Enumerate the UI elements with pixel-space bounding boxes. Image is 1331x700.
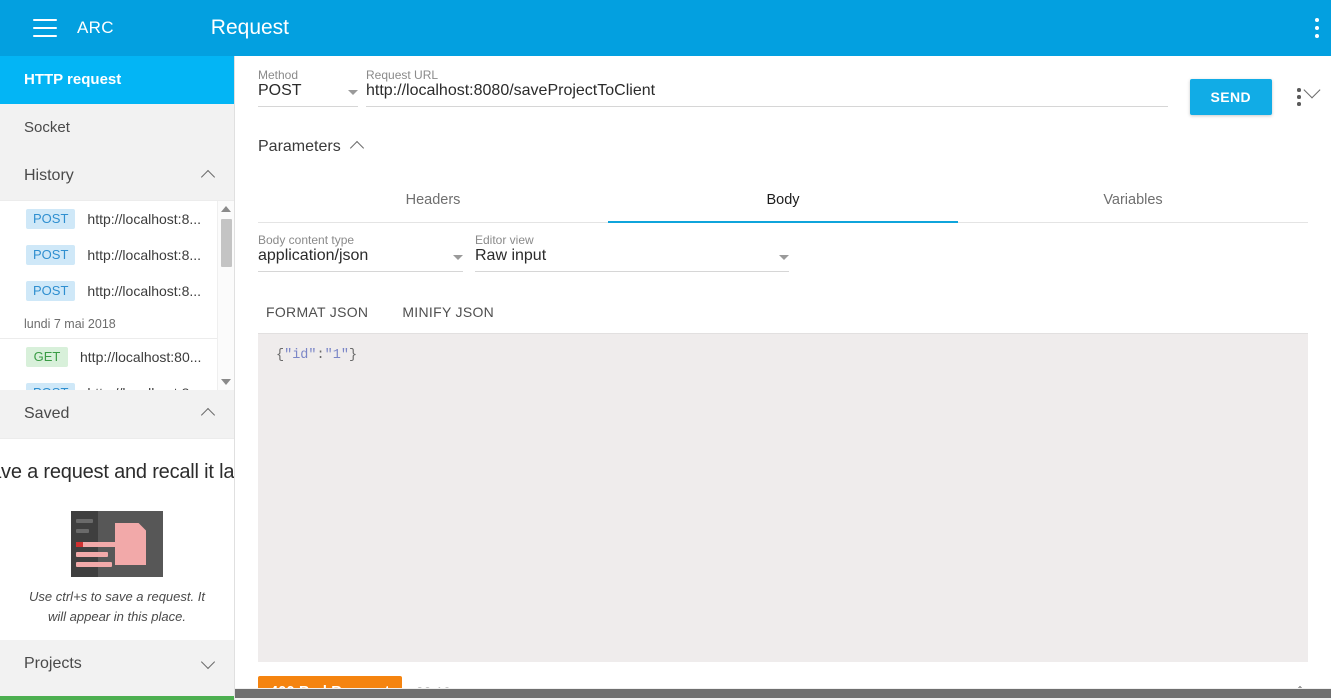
editor-view-label: Editor view <box>475 233 534 247</box>
history-url: http://localhost:8... <box>87 283 202 299</box>
top-app-bar: ARC Request <box>0 0 1331 56</box>
more-vert-icon[interactable] <box>1287 84 1311 110</box>
sidebar-section-history[interactable]: History <box>0 152 234 200</box>
json-token-key: "id" <box>284 348 317 363</box>
raw-body-editor[interactable]: {"id":"1"} <box>258 333 1308 662</box>
sidebar-item-http-request[interactable]: HTTP request <box>0 56 234 104</box>
page-title: Request <box>210 16 290 39</box>
tab-headers[interactable]: Headers <box>258 178 608 222</box>
json-token-value: "1" <box>324 348 349 363</box>
sidebar-accent-bar <box>0 696 234 700</box>
section-label: Projects <box>24 655 82 672</box>
scrollbar-thumb[interactable] <box>235 689 1331 698</box>
request-editor-panel: Method POST Request URL http://localhost… <box>235 56 1331 700</box>
sidebar-item-socket[interactable]: Socket <box>0 104 234 152</box>
method-select[interactable]: Method POST <box>258 68 358 107</box>
chevron-down-icon <box>453 255 463 260</box>
chevron-up-icon <box>202 407 216 421</box>
sidebar: HTTP request Socket History POST http://… <box>0 56 235 700</box>
history-url: http://localhost:8... <box>87 385 201 390</box>
section-label: History <box>24 167 74 184</box>
request-url-value: http://localhost:8080/saveProjectToClien… <box>366 82 656 99</box>
saved-empty-hint: Use ctrl+s to save a request. It will ap… <box>29 589 205 624</box>
json-action-buttons: FORMAT JSON MINIFY JSON <box>258 298 502 326</box>
scrollbar-thumb[interactable] <box>221 219 232 267</box>
saved-empty-title: Save a request and recall it later <box>0 461 235 483</box>
section-label: Saved <box>24 405 70 422</box>
history-url: http://localhost:80... <box>80 349 202 365</box>
horizontal-scrollbar[interactable] <box>235 688 1331 700</box>
chevron-down-icon <box>202 657 216 671</box>
app-title: ARC <box>77 18 114 37</box>
chevron-up-icon <box>202 169 216 183</box>
json-token-open: { <box>276 348 285 363</box>
more-vert-icon[interactable] <box>1307 12 1327 44</box>
sidebar-section-projects[interactable]: Projects <box>0 640 234 688</box>
send-button[interactable]: SEND <box>1189 79 1272 115</box>
request-url-label: Request URL <box>366 68 439 82</box>
request-url-input[interactable]: Request URL http://localhost:8080/savePr… <box>366 68 1168 107</box>
format-json-button[interactable]: FORMAT JSON <box>258 298 376 326</box>
list-item[interactable]: POST http://localhost:8... <box>0 237 234 273</box>
request-url-row: Method POST Request URL http://localhost… <box>235 56 1331 124</box>
tab-body[interactable]: Body <box>608 178 958 223</box>
method-badge: POST <box>26 209 76 229</box>
method-value: POST <box>258 82 302 99</box>
method-badge: POST <box>26 383 76 390</box>
body-content-type-select[interactable]: Body content type application/json <box>258 233 463 272</box>
body-content-type-label: Body content type <box>258 233 355 247</box>
body-content-type-value: application/json <box>258 247 369 264</box>
tab-variables[interactable]: Variables <box>958 178 1308 222</box>
history-url: http://localhost:8... <box>87 211 202 227</box>
editor-view-select[interactable]: Editor view Raw input <box>475 233 789 272</box>
request-tabs: Headers Body Variables <box>258 178 1308 223</box>
saved-empty-state: Save a request and recall it later Use c… <box>0 438 234 640</box>
minify-json-button[interactable]: MINIFY JSON <box>394 298 502 326</box>
list-item[interactable]: GET http://localhost:80... <box>0 339 234 375</box>
json-token-close: } <box>348 348 358 363</box>
chevron-down-icon <box>779 255 789 260</box>
editor-view-value: Raw input <box>475 247 547 264</box>
json-token-colon: : <box>316 348 325 363</box>
history-url: http://localhost:8... <box>87 247 202 263</box>
hamburger-menu-icon[interactable] <box>33 19 57 37</box>
list-item[interactable]: POST http://localhost:8... <box>0 375 234 390</box>
list-item[interactable]: POST http://localhost:8... <box>0 273 234 309</box>
method-label: Method <box>258 68 299 82</box>
scroll-up-arrow-icon[interactable] <box>221 204 232 215</box>
method-badge: GET <box>26 347 68 367</box>
list-item[interactable]: POST http://localhost:8... <box>0 201 234 237</box>
history-scrollbar[interactable] <box>217 201 234 390</box>
sidebar-section-saved[interactable]: Saved <box>0 390 234 438</box>
chevron-down-icon <box>348 90 358 95</box>
sidebar-item-label: Socket <box>24 119 70 136</box>
chevron-up-icon <box>351 140 365 154</box>
parameters-toggle[interactable]: Parameters <box>258 138 365 156</box>
history-list: POST http://localhost:8... POST http://l… <box>0 200 234 390</box>
parameters-label: Parameters <box>258 138 341 155</box>
saved-requests-illustration <box>71 511 163 577</box>
history-date-separator: lundi 7 mai 2018 <box>0 309 234 339</box>
sidebar-item-label: HTTP request <box>24 71 122 88</box>
method-badge: POST <box>26 245 76 265</box>
method-badge: POST <box>26 281 76 301</box>
scroll-down-arrow-icon[interactable] <box>221 377 232 388</box>
